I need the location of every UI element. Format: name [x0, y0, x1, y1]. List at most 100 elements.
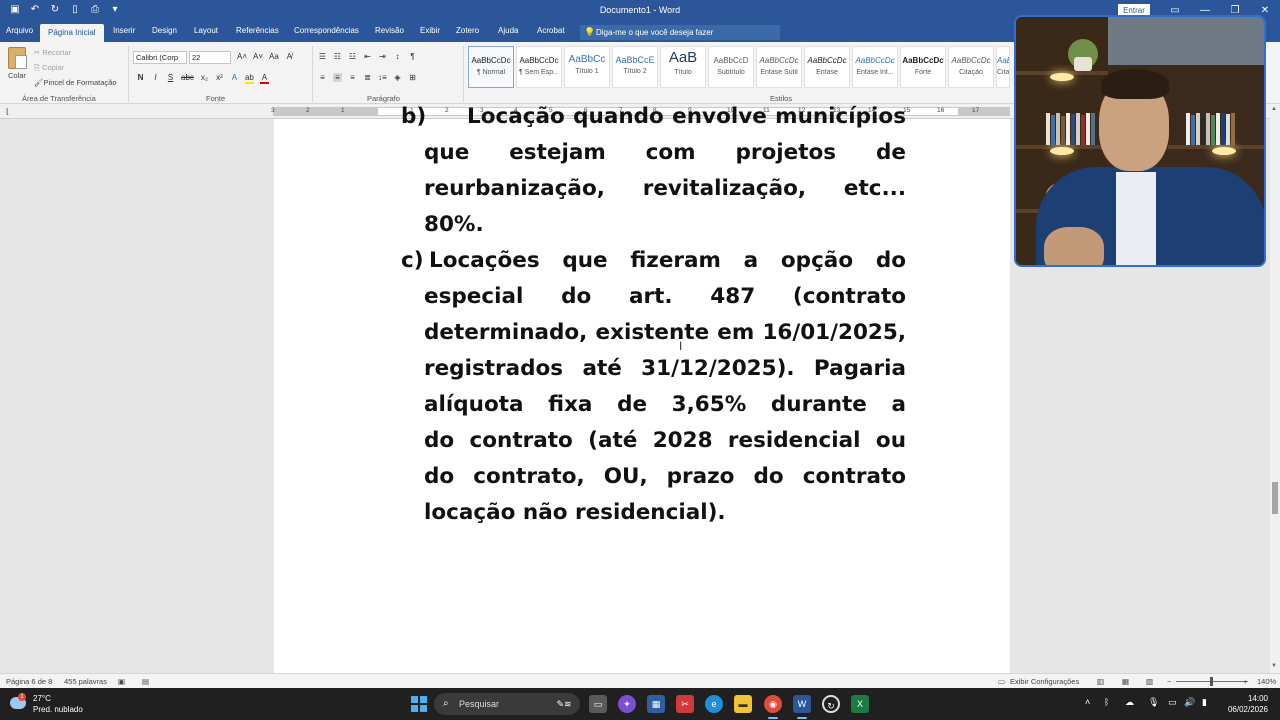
paste-icon[interactable] [8, 47, 27, 69]
onedrive-icon[interactable]: ☁ [1125, 697, 1134, 708]
tab-acrobat[interactable]: Acrobat [537, 26, 565, 35]
bluetooth-icon[interactable]: ᛒ [1104, 697, 1109, 707]
sort-icon[interactable]: ↕ [393, 52, 402, 61]
style-subtle-emphasis[interactable]: AaBbCcDc Ênfase Sutil [756, 46, 802, 88]
print-layout-icon[interactable]: ▦ [1122, 677, 1129, 686]
file-explorer-icon[interactable]: ▬ [734, 695, 752, 713]
clear-formatting-icon[interactable]: A̸ [285, 52, 294, 61]
task-view-icon[interactable]: ▭ [589, 695, 607, 713]
italic-icon[interactable]: I [151, 73, 160, 84]
shading-icon[interactable]: ◈ [393, 73, 402, 82]
superscript-icon[interactable]: x² [215, 73, 224, 84]
style-intense-quote[interactable]: AaBbCcDc Cita... [996, 46, 1010, 88]
web-layout-icon[interactable]: ▧ [1146, 677, 1153, 686]
tab-selector-icon[interactable]: ⌊ [6, 107, 9, 116]
document-page[interactable]: b) Locação quando envolve municípios que… [274, 104, 1010, 673]
zoom-level[interactable]: 140% [1257, 677, 1276, 686]
copilot-icon[interactable]: ✦ [618, 695, 636, 713]
word-count[interactable]: 455 palavras [64, 677, 107, 686]
shrink-font-icon[interactable]: A˅ [253, 52, 263, 61]
excel-icon[interactable]: X [851, 695, 869, 713]
tell-me-search[interactable]: 💡 Diga-me o que você deseja fazer [580, 25, 780, 40]
battery-icon[interactable]: ▮ [1202, 697, 1207, 708]
proofing-icon[interactable]: ▣ [118, 677, 125, 686]
bullets-icon[interactable]: ☰ [318, 52, 327, 61]
justify-icon[interactable]: ≣ [363, 73, 372, 82]
font-color-icon[interactable]: A [259, 73, 269, 84]
multilevel-list-icon[interactable]: ☳ [348, 52, 357, 61]
highlight-icon[interactable]: ab [244, 73, 254, 84]
scroll-thumb[interactable] [1272, 482, 1278, 514]
edge-icon[interactable]: e [705, 695, 723, 713]
vertical-scrollbar[interactable]: ▲ ▼ [1270, 104, 1280, 673]
style-intense-emphasis[interactable]: AaBbCcDc Ênfase Int... [852, 46, 898, 88]
tab-design[interactable]: Design [152, 26, 177, 35]
font-size-select[interactable]: 22 [189, 51, 231, 64]
align-left-icon[interactable]: ≡ [318, 73, 327, 82]
underline-icon[interactable]: S [166, 73, 175, 84]
bold-icon[interactable]: N [136, 73, 145, 84]
tab-correspondencias[interactable]: Correspondências [294, 26, 359, 35]
start-button[interactable] [411, 696, 427, 712]
tab-exibir[interactable]: Exibir [420, 26, 440, 35]
tab-layout[interactable]: Layout [194, 26, 218, 35]
zoom-in-icon[interactable]: + [1243, 677, 1247, 686]
scroll-down-icon[interactable]: ▼ [1271, 663, 1277, 669]
microphone-icon[interactable]: 🎙 [1148, 697, 1159, 708]
accessibility-icon[interactable]: ▤ [142, 677, 149, 686]
monitor-icon[interactable]: ▭ [1168, 697, 1177, 708]
tab-referencias[interactable]: Referências [236, 26, 279, 35]
display-settings-icon[interactable]: ▭ [998, 677, 1005, 686]
clock-date: 06/02/2026 [1227, 705, 1268, 714]
books [1046, 113, 1095, 145]
style-strong[interactable]: AaBbCcDc Forte [900, 46, 946, 88]
volume-icon[interactable]: 🔊 [1184, 697, 1195, 708]
style-subtitle[interactable]: AaBbCcD Subtítulo [708, 46, 754, 88]
read-mode-icon[interactable]: ▥ [1097, 677, 1104, 686]
text-effects-icon[interactable]: A [230, 73, 239, 84]
change-case-icon[interactable]: Aa [269, 52, 279, 61]
subscript-icon[interactable]: x₂ [200, 73, 209, 84]
increase-indent-icon[interactable]: ⇥ [378, 52, 387, 61]
style-no-spacing[interactable]: AaBbCcDc ¶ Sem Esp... [516, 46, 562, 88]
style-normal[interactable]: AaBbCcDc ¶ Normal [468, 46, 514, 88]
cut-button[interactable]: ✂ Recortar [34, 48, 71, 57]
zoom-out-icon[interactable]: − [1167, 677, 1171, 686]
display-settings-button[interactable]: Exibir Configurações [1010, 677, 1079, 686]
copy-button[interactable]: ⎘ Copiar [34, 63, 64, 73]
align-center-icon[interactable]: ≡ [333, 73, 342, 82]
word-icon[interactable]: W [793, 695, 811, 713]
borders-icon[interactable]: ⊞ [408, 73, 417, 82]
search-highlight-icon[interactable]: ✎≋ [551, 695, 577, 713]
show-marks-icon[interactable]: ¶ [408, 52, 417, 61]
show-hidden-icons-icon[interactable]: ˄ [1085, 697, 1090, 707]
tab-ajuda[interactable]: Ajuda [498, 26, 518, 35]
style-heading-2[interactable]: AaBbCcE Título 2 [612, 46, 658, 88]
decrease-indent-icon[interactable]: ⇤ [363, 52, 372, 61]
font-family-select[interactable]: Calibri (Corp [133, 51, 187, 64]
zoom-slider-thumb[interactable] [1210, 677, 1213, 686]
tab-inserir[interactable]: Inserir [113, 26, 135, 35]
align-right-icon[interactable]: ≡ [348, 73, 357, 82]
grow-font-icon[interactable]: A˄ [237, 52, 247, 61]
scroll-up-icon[interactable]: ▲ [1271, 106, 1277, 112]
style-heading-1[interactable]: AaBbCc Título 1 [564, 46, 610, 88]
strikethrough-icon[interactable]: abc [181, 73, 194, 84]
style-title[interactable]: AaB Título [660, 46, 706, 88]
tab-revisao[interactable]: Revisão [375, 26, 404, 35]
snipping-tool-icon[interactable]: ✂ [676, 695, 694, 713]
chrome-icon[interactable]: ◉ [764, 695, 782, 713]
tab-pagina-inicial[interactable]: Página Inicial [40, 24, 104, 42]
page-count[interactable]: Página 6 de 8 [6, 677, 52, 686]
tab-arquivo[interactable]: Arquivo [6, 26, 33, 35]
recorder-icon[interactable]: ↻ [822, 695, 840, 713]
paste-button[interactable]: Colar [8, 71, 26, 80]
style-emphasis[interactable]: AaBbCcDc Ênfase [804, 46, 850, 88]
format-painter-button[interactable]: 🖌Pincel de Formatação [34, 78, 116, 87]
style-quote[interactable]: AaBbCcDc Citação [948, 46, 994, 88]
tab-zotero[interactable]: Zotero [456, 26, 479, 35]
calculator-icon[interactable]: ▦ [647, 695, 665, 713]
system-clock[interactable]: 14:00 06/02/2026 [1220, 693, 1268, 715]
line-spacing-icon[interactable]: ↕≡ [378, 73, 387, 82]
numbering-icon[interactable]: ☷ [333, 52, 342, 61]
